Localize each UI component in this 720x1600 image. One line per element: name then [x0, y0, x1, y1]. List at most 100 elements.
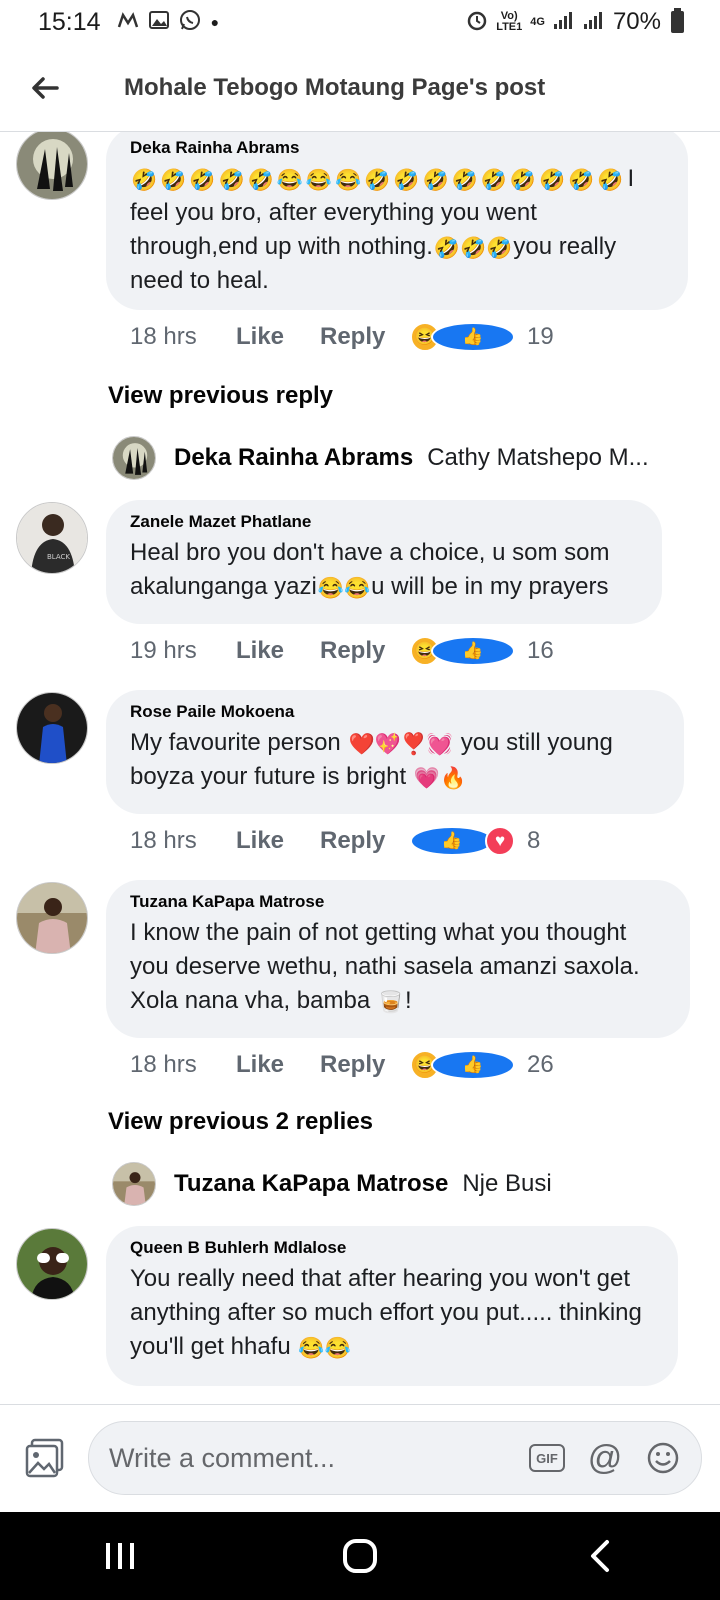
reply-text: Cathy Matshepo M... — [427, 444, 649, 471]
battery-percent: 70% — [612, 8, 661, 35]
reply-button[interactable]: Reply — [320, 323, 408, 351]
comment-placeholder: Write a comment... — [109, 1442, 336, 1473]
emoji-icon[interactable] — [643, 1438, 683, 1478]
comment-author[interactable]: Tuzana KaPapa Matrose — [130, 892, 668, 912]
whatsapp-icon — [179, 9, 201, 35]
like-button[interactable]: Like — [236, 637, 320, 665]
signal-icon — [553, 10, 575, 34]
page-title: Mohale Tebogo Motaung Page's post — [124, 73, 546, 101]
photo-icon[interactable] — [24, 1437, 66, 1479]
status-right: Vo) LTE1 4G 70% — [466, 8, 684, 36]
signal-icon-2 — [583, 10, 605, 34]
reactions[interactable]: 😆 👍 16 — [410, 636, 554, 666]
like-reaction-icon: 👍 — [431, 1050, 515, 1080]
back-chevron-icon — [591, 1540, 609, 1572]
volte-icon: Vo) LTE1 — [496, 10, 523, 33]
comment-emojis: 🥃 — [377, 991, 405, 1014]
comment-text: 🤣🤣🤣🤣🤣😂😂😂🤣🤣🤣🤣🤣🤣🤣🤣🤣I feel you bro, after e… — [130, 162, 666, 298]
comment-bubble[interactable]: Deka Rainha Abrams 🤣🤣🤣🤣🤣😂😂😂🤣🤣🤣🤣🤣🤣🤣🤣🤣I fe… — [106, 132, 688, 310]
avatar[interactable] — [16, 132, 88, 200]
comment-bubble[interactable]: Zanele Mazet Phatlane Heal bro you don't… — [106, 500, 662, 624]
avatar — [112, 1162, 156, 1206]
back-button[interactable] — [0, 44, 90, 132]
comment-time[interactable]: 18 hrs — [130, 827, 236, 855]
comment-input[interactable]: Write a comment... GIF @ — [88, 1421, 702, 1495]
comment-text-part: You really need that after hearing you w… — [130, 1265, 642, 1360]
like-button[interactable]: Like — [236, 1051, 320, 1079]
system-navbar — [0, 1512, 720, 1600]
love-reaction-icon: ♥ — [485, 826, 515, 856]
avatar[interactable] — [16, 692, 88, 764]
reply-author: Tuzana KaPapa Matrose — [174, 1170, 449, 1197]
comment-time[interactable]: 19 hrs — [130, 637, 236, 665]
comment-text: You really need that after hearing you w… — [130, 1262, 656, 1364]
status-time: 15:14 — [38, 7, 101, 36]
comment-meta: 19 hrs Like Reply 😆 👍 16 — [130, 636, 554, 666]
comment-meta: 18 hrs Like Reply 😆 👍 26 — [130, 1050, 554, 1080]
comments-list[interactable]: Deka Rainha Abrams 🤣🤣🤣🤣🤣😂😂😂🤣🤣🤣🤣🤣🤣🤣🤣🤣I fe… — [0, 132, 720, 1404]
comment-emojis: 😂😂 — [317, 577, 371, 600]
reactions[interactable]: 😆 👍 19 — [410, 322, 554, 352]
header: Mohale Tebogo Motaung Page's post — [0, 44, 720, 132]
like-button[interactable]: Like — [236, 323, 320, 351]
network-type: 4G — [530, 15, 545, 28]
reply-preview[interactable]: Deka Rainha Abrams Cathy Matshepo M... — [112, 436, 649, 480]
comment-text-part: ! — [405, 987, 412, 1014]
reply-button[interactable]: Reply — [320, 827, 408, 855]
dot-icon: ● — [210, 14, 220, 30]
avatar[interactable] — [16, 882, 88, 954]
like-reaction-icon: 👍 — [431, 636, 515, 666]
comment-bubble[interactable]: Rose Paile Mokoena My favourite person ❤… — [106, 690, 684, 814]
gif-label: GIF — [529, 1444, 565, 1472]
reply-button[interactable]: Reply — [320, 1051, 408, 1079]
back-nav-button[interactable] — [560, 1516, 640, 1596]
comment-meta: 18 hrs Like Reply 😆 👍 19 — [130, 322, 554, 352]
comment-emojis: ❤️💖❣️💓 — [348, 733, 454, 756]
recent-apps-icon — [106, 1543, 134, 1569]
comment-emojis: 😂😂 — [298, 1337, 351, 1360]
comment-author[interactable]: Rose Paile Mokoena — [130, 702, 662, 722]
comment-text: My favourite person ❤️💖❣️💓 you still you… — [130, 726, 662, 794]
like-button[interactable]: Like — [236, 827, 320, 855]
reactions[interactable]: 👍 ♥ 8 — [410, 826, 540, 856]
comment-author[interactable]: Zanele Mazet Phatlane — [130, 512, 640, 532]
reactions[interactable]: 😆 👍 26 — [410, 1050, 554, 1080]
comment-text-part: u will be in my prayers — [371, 573, 609, 600]
reaction-count: 26 — [527, 1051, 554, 1078]
status-left: 15:14 ● — [38, 8, 219, 37]
comment-time[interactable]: 18 hrs — [130, 323, 236, 351]
reply-button[interactable]: Reply — [320, 637, 408, 665]
comment-time[interactable]: 18 hrs — [130, 1051, 236, 1079]
comment-author[interactable]: Deka Rainha Abrams — [130, 138, 666, 158]
comment-bubble[interactable]: Queen B Buhlerh Mdlalose You really need… — [106, 1226, 678, 1386]
avatar[interactable] — [16, 1228, 88, 1300]
comment-author[interactable]: Queen B Buhlerh Mdlalose — [130, 1238, 656, 1258]
avatar[interactable]: BLACK — [16, 502, 88, 574]
comment-emojis: 💗🔥 — [413, 767, 467, 790]
status-bar: 15:14 ● Vo) LTE1 4G 70% — [0, 0, 720, 44]
comment-text: Heal bro you don't have a choice, u som … — [130, 536, 640, 604]
comment-text: I know the pain of not getting what you … — [130, 916, 668, 1018]
like-reaction-icon: 👍 — [431, 322, 515, 352]
comment-composer: Write a comment... GIF @ — [0, 1404, 720, 1512]
view-previous-replies[interactable]: View previous 2 replies — [108, 1108, 373, 1136]
reply-preview[interactable]: Tuzana KaPapa Matrose Nje Busi — [112, 1162, 552, 1206]
reaction-count: 8 — [527, 827, 541, 854]
svg-text:BLACK: BLACK — [47, 553, 70, 561]
avatar — [112, 436, 156, 480]
gif-icon[interactable]: GIF — [527, 1438, 567, 1478]
alarm-icon — [466, 9, 488, 35]
home-icon — [343, 1539, 377, 1573]
recent-apps-button[interactable] — [80, 1516, 160, 1596]
reply-author: Deka Rainha Abrams — [174, 444, 414, 471]
like-reaction-icon: 👍 — [410, 826, 494, 856]
back-arrow-icon — [32, 76, 59, 99]
mention-icon[interactable]: @ — [585, 1438, 625, 1478]
reaction-count: 19 — [527, 323, 554, 350]
comment-emojis: 🤣🤣🤣 — [433, 237, 513, 260]
gallery-icon — [148, 11, 169, 33]
comment-bubble[interactable]: Tuzana KaPapa Matrose I know the pain of… — [106, 880, 690, 1038]
home-button[interactable] — [320, 1516, 400, 1596]
battery-icon — [671, 8, 684, 33]
view-previous-reply[interactable]: View previous reply — [108, 382, 333, 410]
